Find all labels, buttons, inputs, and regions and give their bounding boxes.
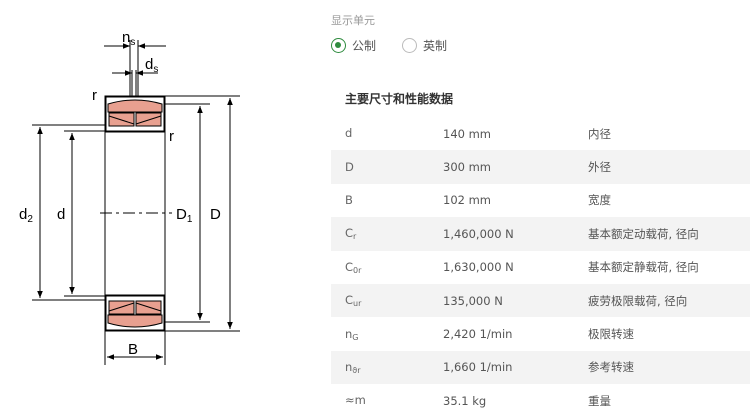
radio-unchecked-icon[interactable] bbox=[402, 38, 418, 53]
display-unit-label: 显示单元 bbox=[331, 14, 375, 27]
imperial-radio-label[interactable]: 英制 bbox=[423, 37, 447, 54]
spec-value: 102 mm bbox=[443, 193, 492, 208]
spec-value: 135,000 N bbox=[443, 293, 503, 308]
imperial-radio[interactable]: 英制 bbox=[402, 37, 447, 54]
spec-symbol: D bbox=[345, 159, 354, 174]
table-row: Cur 135,000 N 疲劳极限载荷, 径向 bbox=[331, 283, 750, 318]
metric-radio-label[interactable]: 公制 bbox=[352, 37, 376, 54]
label-ns: ns bbox=[122, 29, 135, 48]
spec-description: 基本额定静载荷, 径向 bbox=[588, 260, 699, 275]
spec-description: 宽度 bbox=[588, 193, 611, 208]
label-d2: d2 bbox=[19, 206, 33, 225]
spec-value: 1,460,000 N bbox=[443, 226, 514, 241]
spec-value: 35.1 kg bbox=[443, 393, 487, 408]
bottom-roller-section bbox=[105, 294, 165, 331]
label-ds: ds bbox=[145, 56, 158, 75]
spec-description: 极限转速 bbox=[588, 327, 634, 342]
top-roller-section bbox=[105, 96, 165, 133]
label-D1: D1 bbox=[176, 206, 193, 225]
section-title: 主要尺寸和性能数据 bbox=[345, 92, 454, 106]
table-row: C0r 1,630,000 N 基本额定静载荷, 径向 bbox=[331, 250, 750, 284]
spec-value: 1,630,000 N bbox=[443, 260, 514, 275]
table-row: ≈m 35.1 kg 重量 bbox=[331, 384, 750, 418]
table-row: nϑr 1,660 1/min 参考转速 bbox=[331, 350, 750, 385]
table-row: B 102 mm 宽度 bbox=[331, 183, 750, 218]
metric-radio[interactable]: 公制 bbox=[331, 37, 376, 54]
label-r-left: r bbox=[92, 87, 97, 104]
table-row: D 300 mm 外径 bbox=[331, 150, 750, 184]
spec-table: d 140 mm 内径 D 300 mm 外径 B 102 mm 宽度 Cr 1,460,000 N… bbox=[331, 117, 750, 418]
spec-symbol: d bbox=[345, 126, 353, 141]
label-D: D bbox=[210, 206, 221, 223]
table-row: Cr 1,460,000 N 基本额定动载荷, 径向 bbox=[331, 217, 750, 251]
bearing-cross-section-drawing: ns ds r r d2 d D1 D B bbox=[19, 29, 240, 365]
spec-description: 基本额定动载荷, 径向 bbox=[588, 226, 699, 241]
spec-description: 疲劳极限载荷, 径向 bbox=[588, 293, 688, 308]
spec-symbol: nϑr bbox=[345, 359, 361, 375]
spec-description: 内径 bbox=[588, 126, 611, 141]
spec-value: 140 mm bbox=[443, 126, 492, 141]
spec-symbol: ≈m bbox=[345, 393, 366, 408]
spec-description: 外径 bbox=[588, 160, 611, 175]
spec-symbol: B bbox=[345, 192, 353, 207]
spec-symbol: Cur bbox=[345, 293, 362, 309]
spec-symbol: C0r bbox=[345, 259, 362, 275]
spec-description: 重量 bbox=[588, 393, 611, 408]
radio-checked-icon[interactable] bbox=[331, 38, 346, 53]
spec-value: 2,420 1/min bbox=[443, 327, 513, 342]
spec-value: 1,660 1/min bbox=[443, 360, 513, 375]
table-row: nG 2,420 1/min 极限转速 bbox=[331, 317, 750, 351]
spec-value: 300 mm bbox=[443, 160, 492, 175]
spec-description: 参考转速 bbox=[588, 360, 634, 375]
spec-symbol: nG bbox=[345, 326, 359, 342]
unit-radio-group: 公制 英制 bbox=[331, 37, 473, 54]
label-d: d bbox=[57, 206, 65, 223]
table-row: d 140 mm 内径 bbox=[331, 117, 750, 151]
label-r-right: r bbox=[169, 128, 174, 145]
label-B: B bbox=[128, 341, 138, 358]
spec-symbol: Cr bbox=[345, 226, 357, 242]
